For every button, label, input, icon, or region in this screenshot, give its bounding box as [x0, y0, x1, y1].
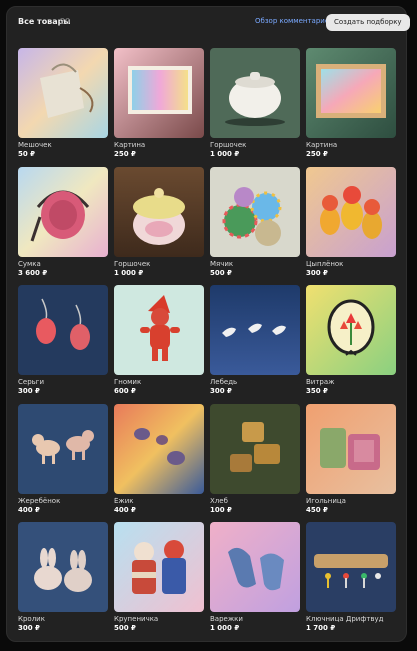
pouch-image[interactable] [18, 48, 108, 138]
product-card[interactable]: Ёжик 400 ₽ [114, 403, 204, 523]
product-price: 100 ₽ [210, 505, 232, 514]
pot-image[interactable] [210, 48, 300, 138]
product-price: 50 ₽ [18, 150, 36, 158]
hedgehogs-image[interactable] [114, 403, 204, 494]
product-price: 3 600 ₽ [18, 268, 48, 277]
product-card[interactable]: Игольница 450 ₽ [306, 403, 396, 523]
product-card[interactable]: Варежки 1 000 ₽ [210, 522, 300, 641]
product-card[interactable]: Крупеничка 500 ₽ [114, 522, 204, 641]
product-card[interactable]: Ключница Дрифтвуд 1 700 ₽ [306, 522, 396, 641]
product-name: Горшочек [114, 259, 151, 268]
panel-header: Все товары 20 Обзор комментариев Создать… [7, 7, 410, 39]
product-name: Мячик [210, 259, 234, 268]
product-name: Сумка [18, 259, 41, 268]
product-card[interactable]: Гномик 600 ₽ [114, 285, 204, 404]
product-name: Картина [114, 141, 146, 149]
product-name: Гномик [114, 378, 142, 386]
chicks-image[interactable] [306, 166, 396, 257]
product-name: Жеребёнок [18, 496, 61, 505]
product-card[interactable]: Горшочек 1 000 ₽ [210, 48, 300, 167]
mittens-image[interactable] [210, 522, 300, 612]
product-card[interactable]: Цыплёнок 300 ₽ [306, 166, 396, 286]
product-price: 450 ₽ [306, 505, 328, 514]
product-name: Ключница Дрифтвуд [306, 615, 384, 623]
product-price: 500 ₽ [114, 624, 136, 632]
product-price: 250 ₽ [306, 150, 328, 158]
stained-glass-image[interactable] [306, 285, 396, 375]
product-card[interactable]: Мешочек 50 ₽ [18, 48, 108, 167]
product-name: Ёжик [114, 496, 134, 505]
product-price: 300 ₽ [306, 268, 328, 277]
product-card[interactable]: Картина 250 ₽ [114, 48, 204, 167]
earrings-image[interactable] [18, 285, 108, 375]
product-price: 400 ₽ [114, 505, 136, 514]
product-name: Хлеб [210, 496, 228, 505]
product-name: Горшочек [210, 141, 247, 149]
product-name: Игольница [306, 496, 346, 505]
product-card[interactable]: Картина 250 ₽ [306, 48, 396, 167]
product-name: Витраж [306, 378, 335, 386]
product-price: 250 ₽ [114, 150, 136, 158]
product-price: 400 ₽ [18, 505, 40, 514]
product-card[interactable]: Хлеб 100 ₽ [210, 403, 300, 523]
swans-image[interactable] [210, 285, 300, 375]
painting-framed-image[interactable] [306, 48, 396, 138]
product-card[interactable]: Сумка 3 600 ₽ [18, 166, 108, 286]
rabbits-image[interactable] [18, 522, 108, 612]
product-price: 500 ₽ [210, 268, 232, 277]
balls-image[interactable] [210, 166, 300, 257]
key-holder-image[interactable] [306, 522, 396, 612]
product-name: Кролик [18, 615, 45, 623]
product-name: Крупеничка [114, 615, 159, 623]
product-card[interactable]: Кролик 300 ₽ [18, 522, 108, 641]
product-card[interactable]: Мячик 500 ₽ [210, 166, 300, 286]
review-comments-link[interactable]: Обзор комментариев [255, 17, 333, 25]
product-price: 300 ₽ [18, 387, 40, 395]
product-name: Мешочек [18, 141, 52, 149]
bag-image[interactable] [18, 166, 108, 257]
create-collection-button[interactable]: Создать подборку [326, 14, 410, 31]
product-card[interactable]: Жеребёнок 400 ₽ [18, 403, 108, 523]
product-price: 1 700 ₽ [306, 624, 336, 632]
product-card[interactable]: Витраж 350 ₽ [306, 285, 396, 404]
products-grid: Мешочек 50 ₽ Картина 250 ₽ Горшочек 1 000 ₽… [18, 48, 398, 641]
product-price: 1 000 ₽ [210, 150, 240, 158]
product-price: 600 ₽ [114, 387, 136, 395]
product-price: 300 ₽ [210, 387, 232, 395]
product-name: Картина [306, 141, 338, 149]
bread-image[interactable] [210, 403, 300, 494]
lidded-pot-image[interactable] [114, 166, 204, 257]
painting-image[interactable] [114, 48, 204, 138]
products-count: 20 [60, 17, 71, 26]
product-name: Варежки [210, 615, 243, 623]
product-price: 300 ₽ [18, 624, 40, 632]
product-name: Цыплёнок [306, 259, 344, 268]
products-panel: Все товары 20 Обзор комментариев Создать… [6, 6, 410, 642]
product-card[interactable]: Горшочек 1 000 ₽ [114, 166, 204, 286]
dolls-image[interactable] [114, 522, 204, 612]
foals-image[interactable] [18, 403, 108, 494]
pincushion-image[interactable] [306, 403, 396, 494]
product-price: 350 ₽ [306, 387, 328, 395]
product-price: 1 000 ₽ [210, 624, 240, 632]
product-price: 1 000 ₽ [114, 268, 144, 277]
product-name: Серьги [18, 378, 44, 386]
product-card[interactable]: Лебедь 300 ₽ [210, 285, 300, 404]
product-name: Лебедь [210, 378, 238, 386]
gnome-image[interactable] [114, 285, 204, 375]
product-card[interactable]: Серьги 300 ₽ [18, 285, 108, 404]
